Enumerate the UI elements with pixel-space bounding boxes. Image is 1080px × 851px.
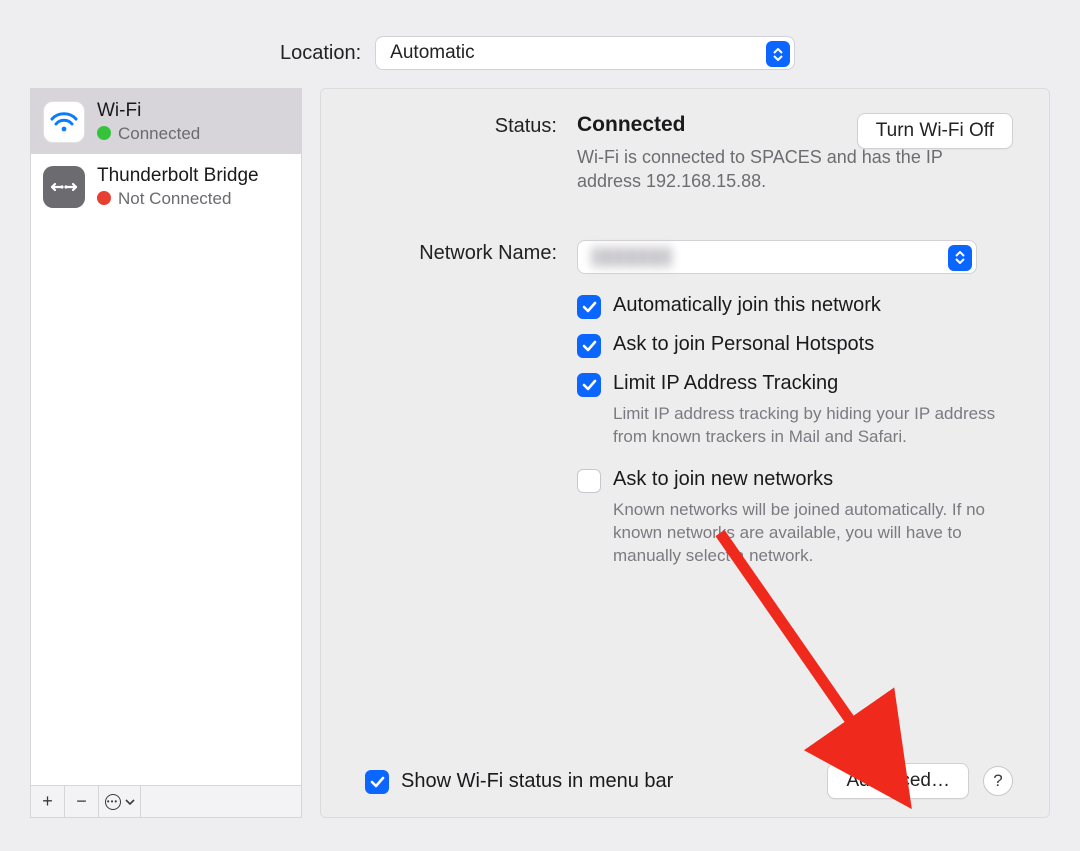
wifi-options: Automatically join this network Ask to j… xyxy=(577,294,1013,575)
sidebar-item-thunderbolt-bridge[interactable]: Thunderbolt Bridge Not Connected xyxy=(31,154,301,219)
sidebar-item-status: Not Connected xyxy=(118,188,231,209)
sidebar-actions-menu[interactable]: ••• xyxy=(99,786,141,817)
sidebar-item-label: Wi-Fi xyxy=(97,99,200,123)
help-icon: ? xyxy=(993,771,1002,791)
remove-interface-button[interactable]: − xyxy=(65,786,99,817)
checkbox-limit-ip-desc: Limit IP address tracking by hiding your… xyxy=(613,403,1013,449)
network-name-label: Network Name: xyxy=(357,240,557,274)
status-label: Status: xyxy=(357,113,557,194)
location-row: Location: Automatic xyxy=(280,0,1080,88)
checkbox-auto-join[interactable] xyxy=(577,295,601,319)
thunderbolt-bridge-icon xyxy=(43,166,85,208)
checkbox-show-status[interactable] xyxy=(365,770,389,794)
checkbox-ask-new-label: Ask to join new networks xyxy=(613,468,833,491)
network-name-select[interactable] xyxy=(577,240,977,274)
location-value: Automatic xyxy=(390,42,474,64)
turn-wifi-off-label: Turn Wi-Fi Off xyxy=(876,120,994,142)
network-name-value xyxy=(592,247,672,267)
network-name-row: Network Name: xyxy=(357,240,1013,274)
chevron-updown-icon xyxy=(948,245,972,271)
checkbox-limit-ip[interactable] xyxy=(577,373,601,397)
checkbox-ask-hotspot-label: Ask to join Personal Hotspots xyxy=(613,333,874,356)
add-interface-button[interactable]: + xyxy=(31,786,65,817)
main-columns: Wi-Fi Connected Thunderbolt Br xyxy=(0,88,1080,828)
turn-wifi-off-button[interactable]: Turn Wi-Fi Off xyxy=(857,113,1013,149)
status-dot-icon xyxy=(97,126,111,140)
sidebar-item-label: Thunderbolt Bridge xyxy=(97,164,259,188)
settings-panel: Turn Wi-Fi Off Status: Connected Wi-Fi i… xyxy=(320,88,1050,818)
checkbox-show-status-label: Show Wi-Fi status in menu bar xyxy=(401,770,673,793)
advanced-button[interactable]: Advanced… xyxy=(827,763,969,799)
chevron-down-icon xyxy=(125,799,135,805)
ellipsis-icon: ••• xyxy=(105,794,121,810)
checkbox-ask-new-desc: Known networks will be joined automatica… xyxy=(613,499,1013,568)
help-button[interactable]: ? xyxy=(983,766,1013,796)
checkbox-limit-ip-label: Limit IP Address Tracking xyxy=(613,372,838,395)
interfaces-sidebar: Wi-Fi Connected Thunderbolt Br xyxy=(30,88,302,818)
panel-footer: Show Wi-Fi status in menu bar Advanced… … xyxy=(357,751,1013,799)
checkbox-ask-new[interactable] xyxy=(577,469,601,493)
status-dot-icon xyxy=(97,191,111,205)
advanced-button-label: Advanced… xyxy=(846,770,950,792)
chevron-updown-icon xyxy=(766,41,790,67)
status-desc: Wi-Fi is connected to SPACES and has the… xyxy=(577,145,977,194)
sidebar-toolbar: + − ••• xyxy=(31,785,301,817)
checkbox-auto-join-label: Automatically join this network xyxy=(613,294,881,317)
location-label: Location: xyxy=(280,42,361,65)
sidebar-item-wifi[interactable]: Wi-Fi Connected xyxy=(31,89,301,154)
sidebar-toolbar-spacer xyxy=(141,786,301,817)
location-select[interactable]: Automatic xyxy=(375,36,795,70)
sidebar-item-status: Connected xyxy=(118,123,200,144)
wifi-icon xyxy=(43,101,85,143)
checkbox-ask-hotspot[interactable] xyxy=(577,334,601,358)
